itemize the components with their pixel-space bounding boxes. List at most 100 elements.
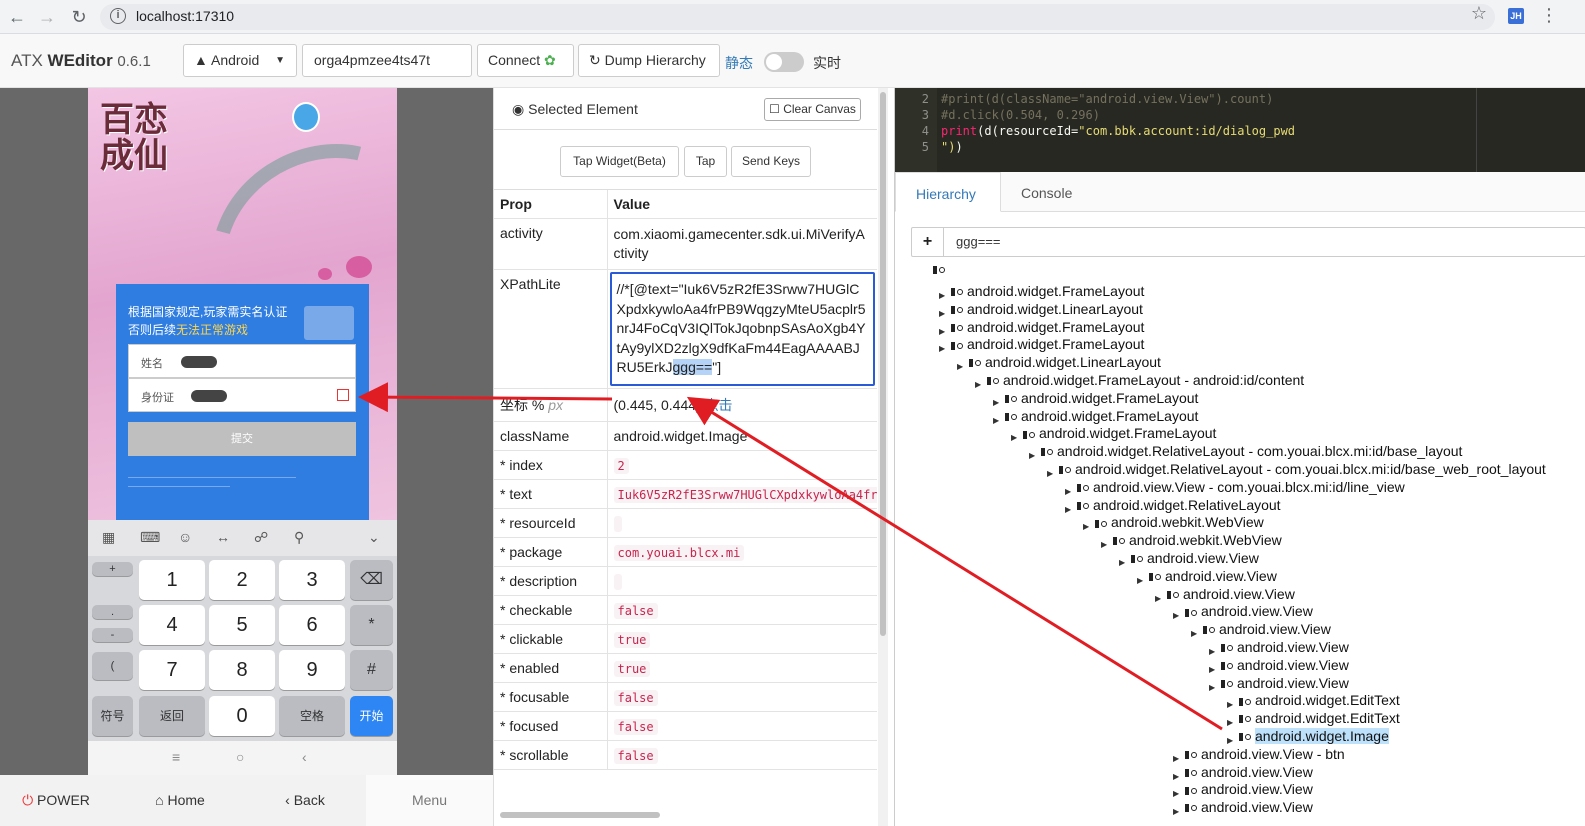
- device-serial-input[interactable]: orga4pmzee4ts47t: [302, 44, 472, 77]
- coord-unit-toggle[interactable]: px: [548, 397, 563, 413]
- expand-toggle-icon[interactable]: ▶: [939, 340, 945, 357]
- site-info-icon[interactable]: i: [110, 8, 126, 24]
- tree-node[interactable]: ▶ android.webkit.WebView: [1083, 514, 1264, 531]
- tree-node[interactable]: ▶ android.view.View: [1119, 550, 1259, 567]
- tree-node[interactable]: ▶ android.widget.EditText: [1227, 710, 1400, 727]
- key-4[interactable]: 4: [139, 605, 205, 645]
- forward-arrow-icon[interactable]: →: [36, 7, 58, 27]
- tree-node[interactable]: ▶ android.widget.EditText: [1227, 692, 1400, 709]
- tree-node[interactable]: ▶ android.view.View: [1173, 603, 1313, 620]
- expand-toggle-icon[interactable]: ▶: [1227, 714, 1233, 731]
- expand-toggle-icon[interactable]: ▶: [975, 376, 981, 393]
- expand-toggle-icon[interactable]: ▶: [1011, 429, 1017, 446]
- device-screen[interactable]: 百恋成仙 根据国家规定,玩家需实名认证 否则后续无法正常游戏 姓名 身份证 提交…: [88, 88, 397, 775]
- tree-node[interactable]: ▶ android.view.View: [1209, 675, 1349, 692]
- expand-toggle-icon[interactable]: ▶: [1191, 625, 1197, 642]
- expand-toggle-icon[interactable]: ▶: [1173, 750, 1179, 767]
- back-arrow-icon[interactable]: ←: [6, 7, 28, 27]
- platform-select[interactable]: ▲ Android ▼: [183, 44, 297, 77]
- tap-button[interactable]: Tap: [684, 146, 727, 177]
- expand-toggle-icon[interactable]: ▶: [1137, 572, 1143, 589]
- menu-lines-icon[interactable]: ≡: [172, 749, 180, 765]
- tree-node[interactable]: ▶ android.view.View: [1209, 657, 1349, 674]
- expand-toggle-icon[interactable]: ▶: [1119, 554, 1125, 571]
- search-input[interactable]: ggg===: [956, 234, 1000, 249]
- tree-node[interactable]: ▶ android.widget.FrameLayout: [993, 408, 1198, 425]
- address-bar[interactable]: i localhost:17310: [100, 4, 1495, 30]
- key-plus[interactable]: +: [92, 562, 133, 576]
- dump-hierarchy-button[interactable]: ↻ Dump Hierarchy: [578, 44, 720, 77]
- expand-toggle-icon[interactable]: ▶: [939, 305, 945, 322]
- tree-node-root[interactable]: [933, 261, 949, 278]
- key-backspace[interactable]: ⌫: [350, 560, 393, 600]
- key-5[interactable]: 5: [209, 605, 275, 645]
- tree-node[interactable]: ▶ android.view.View: [1173, 764, 1313, 781]
- emoji-icon[interactable]: ☺: [178, 529, 192, 545]
- expand-toggle-icon[interactable]: ▶: [1227, 696, 1233, 713]
- home-circle-icon[interactable]: ○: [236, 749, 244, 765]
- expand-toggle-icon[interactable]: ▶: [1065, 501, 1071, 518]
- expand-toggle-icon[interactable]: ▶: [1209, 643, 1215, 660]
- key-1[interactable]: 1: [139, 560, 205, 600]
- tree-node[interactable]: ▶ android.view.View - btn: [1173, 746, 1345, 763]
- tree-node[interactable]: ▶ android.view.View: [1173, 799, 1313, 816]
- tree-node[interactable]: ▶ android.widget.RelativeLayout - com.you…: [1047, 461, 1546, 478]
- key-7[interactable]: 7: [139, 650, 205, 690]
- tree-node[interactable]: ▶ android.view.View: [1209, 639, 1349, 656]
- key-6[interactable]: 6: [279, 605, 345, 645]
- tree-node[interactable]: ▶ android.widget.LinearLayout: [957, 354, 1161, 371]
- prop-xpath[interactable]: //*[@text="Iuk6V5zR2fE3Srww7HUGlCXpdxkyw…: [607, 269, 877, 389]
- tree-node[interactable]: ▶ android.widget.RelativeLayout - com.you…: [1029, 443, 1462, 460]
- expand-toggle-icon[interactable]: ▶: [1101, 536, 1107, 553]
- coord-click-link[interactable]: 点击: [705, 397, 733, 413]
- submit-button[interactable]: 提交: [128, 422, 356, 456]
- tree-node[interactable]: ▶ android.view.View: [1173, 781, 1313, 798]
- tree-node[interactable]: ▶ android.widget.LinearLayout: [939, 301, 1143, 318]
- expand-toggle-icon[interactable]: ▶: [993, 412, 999, 429]
- menu-button[interactable]: Menu: [366, 775, 493, 826]
- tree-node[interactable]: ▶ android.widget.FrameLayout: [939, 283, 1144, 300]
- keyboard-icon[interactable]: ⌨: [140, 529, 160, 546]
- xpath-value-box[interactable]: //*[@text="Iuk6V5zR2fE3Srww7HUGlCXpdxkyw…: [609, 272, 875, 386]
- name-field[interactable]: 姓名: [128, 344, 356, 378]
- vertical-scrollbar[interactable]: [878, 88, 888, 826]
- expand-toggle-icon[interactable]: ▶: [1047, 465, 1053, 482]
- key-0[interactable]: 0: [209, 696, 275, 736]
- horizontal-scrollbar[interactable]: [500, 812, 660, 818]
- tap-widget-button[interactable]: Tap Widget(Beta): [560, 146, 679, 177]
- expand-toggle-icon[interactable]: ▶: [1083, 518, 1089, 535]
- back-button[interactable]: ‹ Back: [250, 775, 360, 826]
- expand-toggle-icon[interactable]: ▶: [1173, 785, 1179, 802]
- back-chevron-icon[interactable]: ‹: [302, 749, 307, 765]
- power-button[interactable]: ⏻ POWER: [0, 775, 112, 826]
- expand-all-button[interactable]: +: [912, 228, 944, 256]
- tree-node[interactable]: ▶ android.widget.FrameLayout: [1011, 425, 1216, 442]
- tab-hierarchy[interactable]: Hierarchy: [895, 172, 1001, 212]
- tree-node[interactable]: ▶ android.widget.RelativeLayout: [1065, 497, 1281, 514]
- extension-icon[interactable]: JH: [1508, 8, 1524, 24]
- search-icon[interactable]: ⚲: [294, 529, 304, 546]
- key-2[interactable]: 2: [209, 560, 275, 600]
- reload-icon[interactable]: ↻: [68, 7, 90, 27]
- expand-toggle-icon[interactable]: ▶: [1173, 803, 1179, 820]
- grid-icon[interactable]: ▦: [102, 529, 115, 546]
- key-back[interactable]: 返回: [139, 696, 205, 736]
- tree-node[interactable]: ▶ android.widget.FrameLayout - android:id…: [975, 372, 1304, 389]
- expand-toggle-icon[interactable]: ▶: [957, 358, 963, 375]
- clear-canvas-button[interactable]: ☐ Clear Canvas: [764, 98, 861, 121]
- tree-node[interactable]: ▶ android.widget.FrameLayout: [939, 319, 1144, 336]
- key-9[interactable]: 9: [279, 650, 345, 690]
- key-dot[interactable]: .: [92, 605, 133, 619]
- cursor-icon[interactable]: ↔: [216, 529, 230, 545]
- tree-node[interactable]: ▶ android.widget.Image: [1227, 728, 1389, 745]
- more-menu-icon[interactable]: ⋮: [1540, 5, 1558, 26]
- tree-node[interactable]: ▶ android.view.View: [1155, 586, 1295, 603]
- bookmark-star-icon[interactable]: ☆: [1471, 3, 1487, 24]
- expand-toggle-icon[interactable]: ▶: [1209, 661, 1215, 678]
- tab-console[interactable]: Console: [1001, 172, 1092, 212]
- home-button[interactable]: ⌂ Home: [125, 775, 235, 826]
- connect-button[interactable]: Connect ✿: [477, 44, 574, 77]
- scroll-thumb[interactable]: [880, 92, 886, 636]
- tree-node[interactable]: ▶ android.widget.FrameLayout: [939, 336, 1144, 353]
- tree-node[interactable]: ▶ android.view.View: [1137, 568, 1277, 585]
